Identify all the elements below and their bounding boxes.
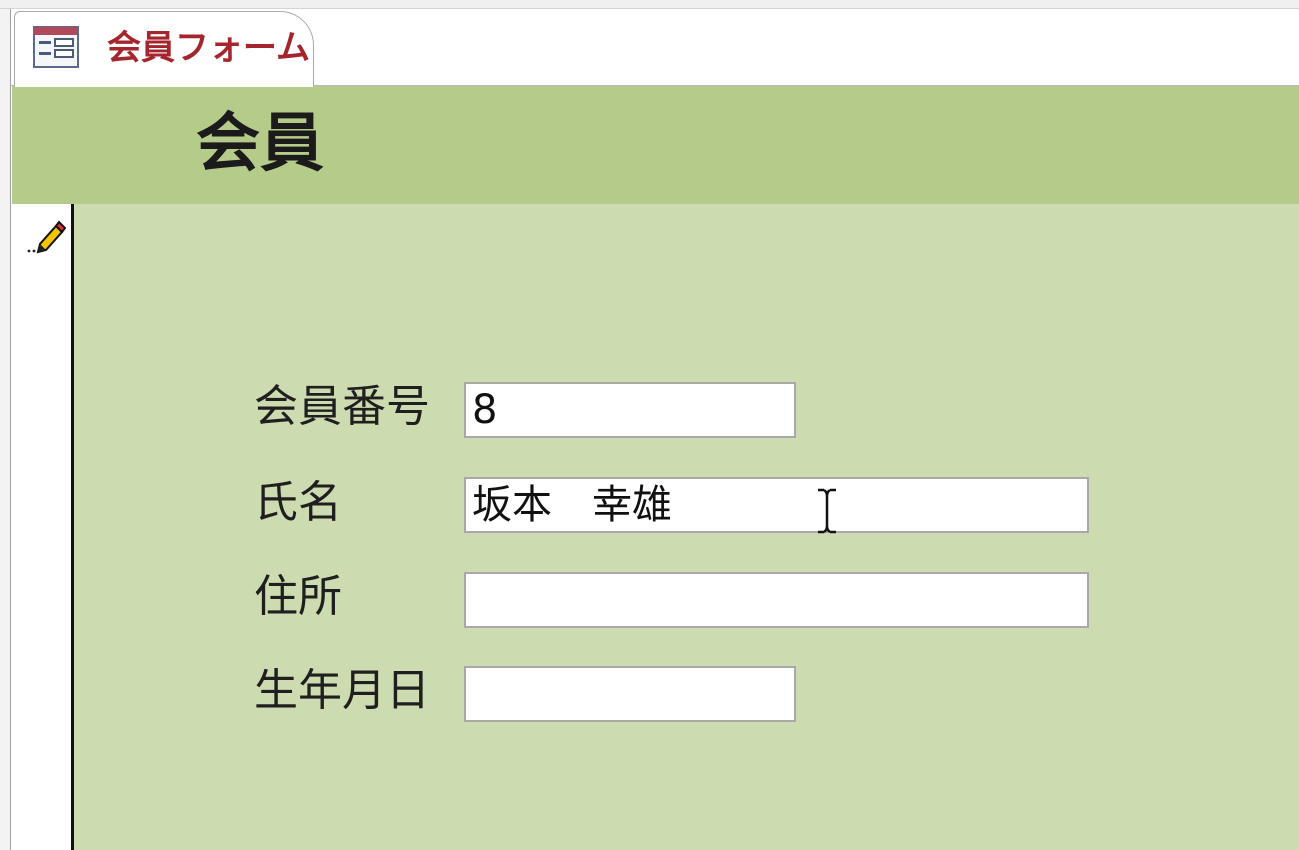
record-selector[interactable] xyxy=(12,204,74,850)
tab-label: 会員フォーム xyxy=(107,28,310,68)
tab-member-form[interactable]: 会員フォーム xyxy=(14,11,314,87)
name-field[interactable]: 坂本 幸雄 xyxy=(464,477,1089,533)
member-number-label: 会員番号 xyxy=(254,381,430,432)
text-cursor-icon xyxy=(818,488,836,534)
birthdate-field[interactable] xyxy=(464,666,796,722)
form-icon xyxy=(33,26,79,68)
address-label: 住所 xyxy=(254,571,342,622)
address-field[interactable] xyxy=(464,572,1089,628)
birthdate-label: 生年月日 xyxy=(254,665,430,716)
form-header: 会員 xyxy=(12,86,1299,204)
pencil-edit-icon xyxy=(27,220,66,254)
member-number-field[interactable]: 8 xyxy=(464,382,796,438)
window-top-strip xyxy=(0,0,1299,9)
form-title: 会員 xyxy=(196,107,324,181)
name-label: 氏名 xyxy=(254,477,342,528)
navigation-pane-edge xyxy=(0,9,11,850)
